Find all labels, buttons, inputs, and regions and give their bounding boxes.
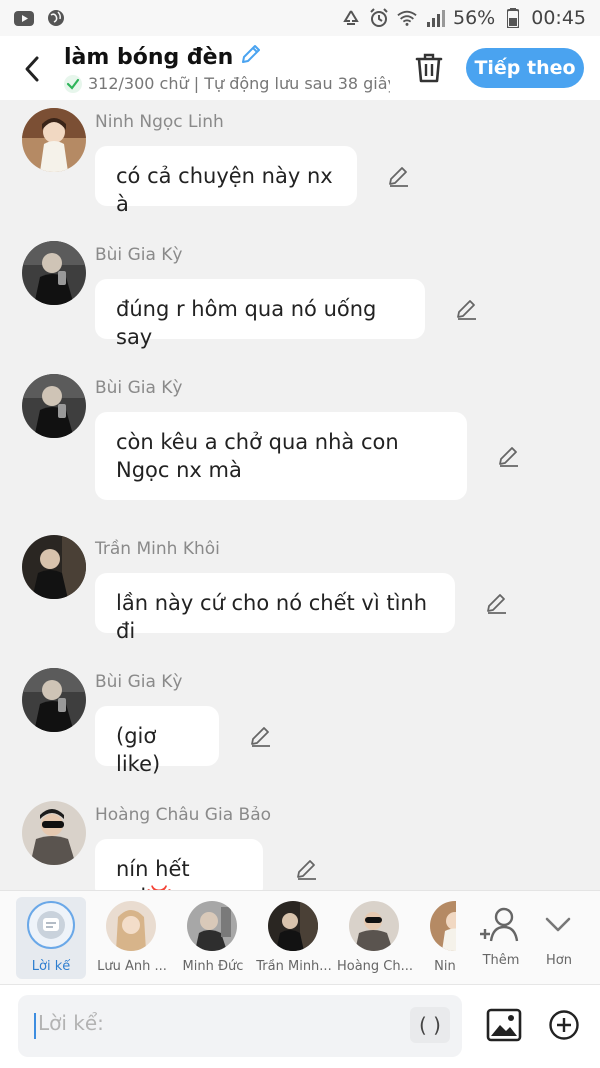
back-arrow-icon[interactable] [20, 54, 46, 84]
character-option[interactable]: Lưu Ánh ... [92, 897, 172, 979]
message-bubble[interactable]: nín hết coi💢 [95, 839, 263, 890]
chat-list: Ninh Ngọc Linh có cả chuyện này nx à Bùi… [0, 100, 600, 890]
message-bubble[interactable]: lần này cứ cho nó chết vì tình đi [95, 573, 455, 643]
wifi-icon [397, 10, 417, 26]
message-input[interactable]: Lời kể: ( ) [18, 995, 462, 1057]
sender-name: Bùi Gia Kỳ [95, 245, 183, 265]
add-person-icon [475, 901, 525, 951]
character-label: Lưu Ánh ... [97, 959, 167, 974]
edit-icon[interactable] [249, 724, 273, 748]
avatar[interactable] [22, 668, 86, 732]
image-icon[interactable] [486, 1007, 522, 1043]
save-status: 312/300 chữ | Tự động lưu sau 38 giây [64, 74, 390, 93]
character-option[interactable]: Minh Đức [173, 897, 253, 979]
avatar [349, 901, 399, 951]
page-title[interactable]: làm bóng đèn [64, 42, 263, 72]
sender-name: Bùi Gia Kỳ [95, 378, 183, 398]
pencil-icon[interactable] [239, 42, 263, 72]
next-button[interactable]: Tiếp theo [466, 48, 584, 88]
input-placeholder: Lời kể: [38, 1011, 104, 1035]
status-time: 00:45 [531, 7, 586, 29]
avatar[interactable] [22, 374, 86, 438]
alarm-icon [369, 8, 389, 27]
sender-name: Trần Minh Khôi [95, 539, 220, 559]
avatar [268, 901, 318, 951]
message-bubble[interactable]: còn kêu a chở qua nhà con Ngọc nx mà [95, 412, 467, 500]
sender-name: Bùi Gia Kỳ [95, 672, 183, 692]
avatar[interactable] [22, 241, 86, 305]
edit-icon[interactable] [387, 164, 411, 188]
edit-icon[interactable] [455, 297, 479, 321]
more-label: Hơn [546, 953, 572, 968]
story-title: làm bóng đèn [64, 44, 234, 70]
status-right: 56% 00:45 [341, 7, 586, 29]
avatar[interactable] [22, 801, 86, 865]
battery-icon [503, 8, 523, 28]
edit-icon[interactable] [497, 444, 521, 468]
character-option[interactable]: Trần Minh... [254, 897, 334, 979]
message-bubble[interactable]: đúng r hôm qua nó uống say [95, 279, 425, 349]
input-bar: Lời kể: ( ) [0, 984, 600, 1068]
recycle-icon [341, 10, 361, 26]
text-cursor [34, 1013, 36, 1039]
message-bubble[interactable]: (giơ like) [95, 706, 219, 776]
sender-name: Ninh Ngọc Linh [95, 112, 224, 132]
edit-icon[interactable] [295, 857, 319, 881]
battery-percent: 56% [453, 7, 496, 29]
globe-icon [46, 10, 66, 26]
character-label: Hoàng Ch... [336, 959, 414, 974]
avatar [430, 901, 456, 951]
avatar[interactable] [22, 108, 86, 172]
avatar [106, 901, 156, 951]
sender-name: Hoàng Châu Gia Bảo [95, 805, 272, 825]
check-icon [64, 74, 82, 93]
save-status-text: 312/300 chữ | Tự động lưu sau 38 giây [88, 74, 390, 93]
character-option[interactable]: Ninh N [416, 897, 456, 979]
add-icon[interactable] [548, 1009, 580, 1041]
avatar [187, 901, 237, 951]
narrator-icon [27, 901, 75, 949]
character-label: Ninh N [434, 959, 456, 974]
message-bubble[interactable]: có cả chuyện này nx à [95, 146, 357, 216]
character-option[interactable]: Hoàng Ch... [335, 897, 415, 979]
status-bar: 56% 00:45 [0, 0, 600, 36]
header: làm bóng đèn 312/300 chữ | Tự động lưu s… [0, 36, 600, 100]
character-label: Minh Đức [182, 959, 244, 974]
more-button[interactable]: Hơn [519, 897, 599, 979]
character-picker: Lời kể Lưu Ánh ... Minh Đức Trần Minh...… [0, 890, 600, 985]
trash-icon[interactable] [414, 52, 444, 84]
narrator-label: Lời kể [31, 959, 71, 974]
signal-icon [425, 10, 445, 27]
edit-icon[interactable] [485, 591, 509, 615]
status-left [14, 10, 66, 26]
chevron-down-icon [533, 901, 583, 951]
youtube-icon [14, 10, 34, 26]
avatar[interactable] [22, 535, 86, 599]
parenthesis-button[interactable]: ( ) [410, 1007, 450, 1043]
narrator-option[interactable]: Lời kể [11, 897, 91, 979]
character-label: Trần Minh... [256, 959, 332, 974]
